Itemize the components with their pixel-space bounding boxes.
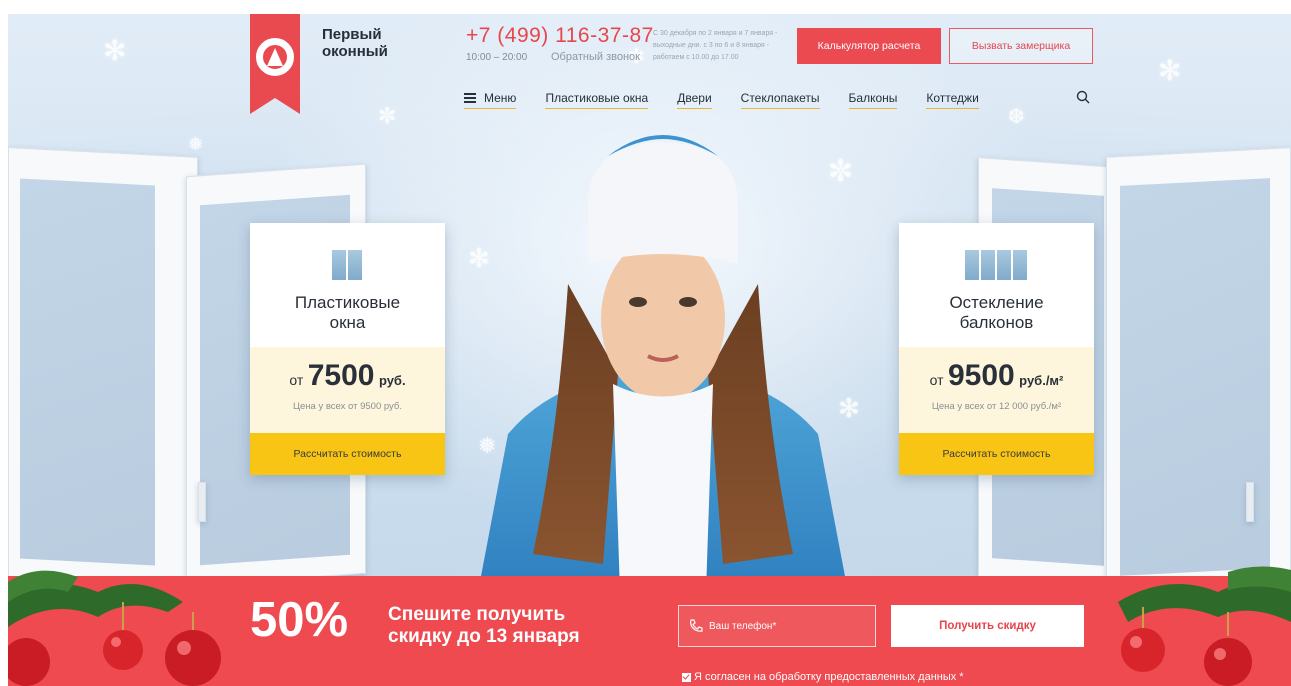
menu-toggle[interactable]: Меню [464, 91, 517, 109]
price-unit: руб. [378, 373, 406, 388]
search-icon[interactable] [1076, 90, 1090, 104]
brand-name[interactable]: Первый оконный [322, 26, 388, 60]
calculate-cost-button[interactable]: Рассчитать стоимость [250, 433, 445, 475]
hamburger-icon [464, 93, 476, 103]
call-measurer-button[interactable]: Вызвать замерщика [949, 28, 1093, 64]
offer-card-plastic-windows: Пластиковые окна от 7500 руб. Цена у все… [250, 223, 445, 475]
logo[interactable] [250, 14, 300, 114]
snowflake-icon: ✻ [1158, 54, 1182, 87]
window-icon [332, 250, 362, 280]
price-block: от 9500 руб./м² Цена у всех от 12 000 ру… [899, 347, 1094, 433]
christmas-decoration-right [1118, 566, 1291, 686]
promo-headline-line: скидку до 13 января [388, 626, 580, 647]
card-title-line: Пластиковые [294, 293, 401, 312]
hero-section: ✻ ✼ ❅ ✻ ✼ ❆ ✻ ❅ ✼ ✻ ✻ ❆ ✼ ❅ ✻ ❆ [8, 14, 1291, 686]
card-title-line: Остекление [949, 293, 1044, 312]
christmas-decoration-left [8, 570, 221, 686]
get-discount-button[interactable]: Получить скидку [891, 605, 1084, 647]
balcony-window-icon [965, 250, 1027, 280]
snow-maiden-image [478, 135, 848, 592]
price-block: от 7500 руб. Цена у всех от 9500 руб. [250, 347, 445, 433]
card-title-line: окна [329, 313, 366, 332]
promo-headline-line: Спешите получить [388, 604, 566, 625]
promo-headline: Спешите получить скидку до 13 января [388, 604, 580, 648]
phone-field[interactable] [678, 605, 876, 647]
callback-link[interactable]: Обратный звонок [551, 51, 640, 63]
price: от 7500 руб. [250, 359, 445, 393]
snowflake-icon: ❆ [1008, 104, 1025, 128]
phone-number[interactable]: +7 (499) 116-37-87 [466, 24, 654, 48]
working-hours: 10:00 – 20:00 [466, 52, 528, 63]
nav-item-balconies[interactable]: Балконы [848, 91, 898, 109]
card-title: Пластиковые окна [250, 293, 445, 333]
offer-card-balcony-glazing: Остекление балконов от 9500 руб./м² Цена… [899, 223, 1094, 475]
card-title: Остекление балконов [899, 293, 1094, 333]
brand-line: оконный [322, 43, 388, 60]
card-title-line: балконов [959, 313, 1034, 332]
nav-item-cottages[interactable]: Коттеджи [926, 91, 979, 109]
main-nav: Меню Пластиковые окна Двери Стеклопакеты… [464, 90, 1008, 110]
phone-icon [690, 619, 703, 632]
nav-item-glass-units[interactable]: Стеклопакеты [740, 91, 820, 109]
price-prefix: от [289, 372, 304, 388]
nav-item-plastic-windows[interactable]: Пластиковые окна [545, 91, 649, 109]
nav-item-doors[interactable]: Двери [677, 91, 712, 109]
competitor-price: Цена у всех от 12 000 руб./м² [931, 401, 1062, 412]
menu-label: Меню [484, 91, 517, 105]
brand-line: Первый [322, 26, 382, 43]
price-prefix: от [929, 372, 944, 388]
price-unit: руб./м² [1019, 373, 1064, 388]
checkbox-checked-icon[interactable] [682, 672, 691, 682]
consent-label: Я согласен на обработку предоставленных … [694, 671, 964, 683]
phone-input[interactable] [709, 620, 859, 632]
price-value: 7500 [307, 359, 375, 392]
snowflake-icon: ✼ [378, 104, 397, 129]
calculate-cost-button[interactable]: Рассчитать стоимость [899, 433, 1094, 475]
calculator-button[interactable]: Калькулятор расчета [797, 28, 941, 64]
competitor-price: Цена у всех от 9500 руб. [293, 401, 402, 412]
discount-percent: 50% [250, 593, 349, 647]
snowflake-icon: ✻ [103, 34, 127, 67]
holiday-schedule-note: С 30 декабря по 2 января и 7 января - вы… [653, 30, 778, 61]
price: от 9500 руб./м² [899, 359, 1094, 393]
consent-checkbox[interactable]: Я согласен на обработку предоставленных … [682, 671, 964, 683]
price-value: 9500 [947, 359, 1015, 392]
